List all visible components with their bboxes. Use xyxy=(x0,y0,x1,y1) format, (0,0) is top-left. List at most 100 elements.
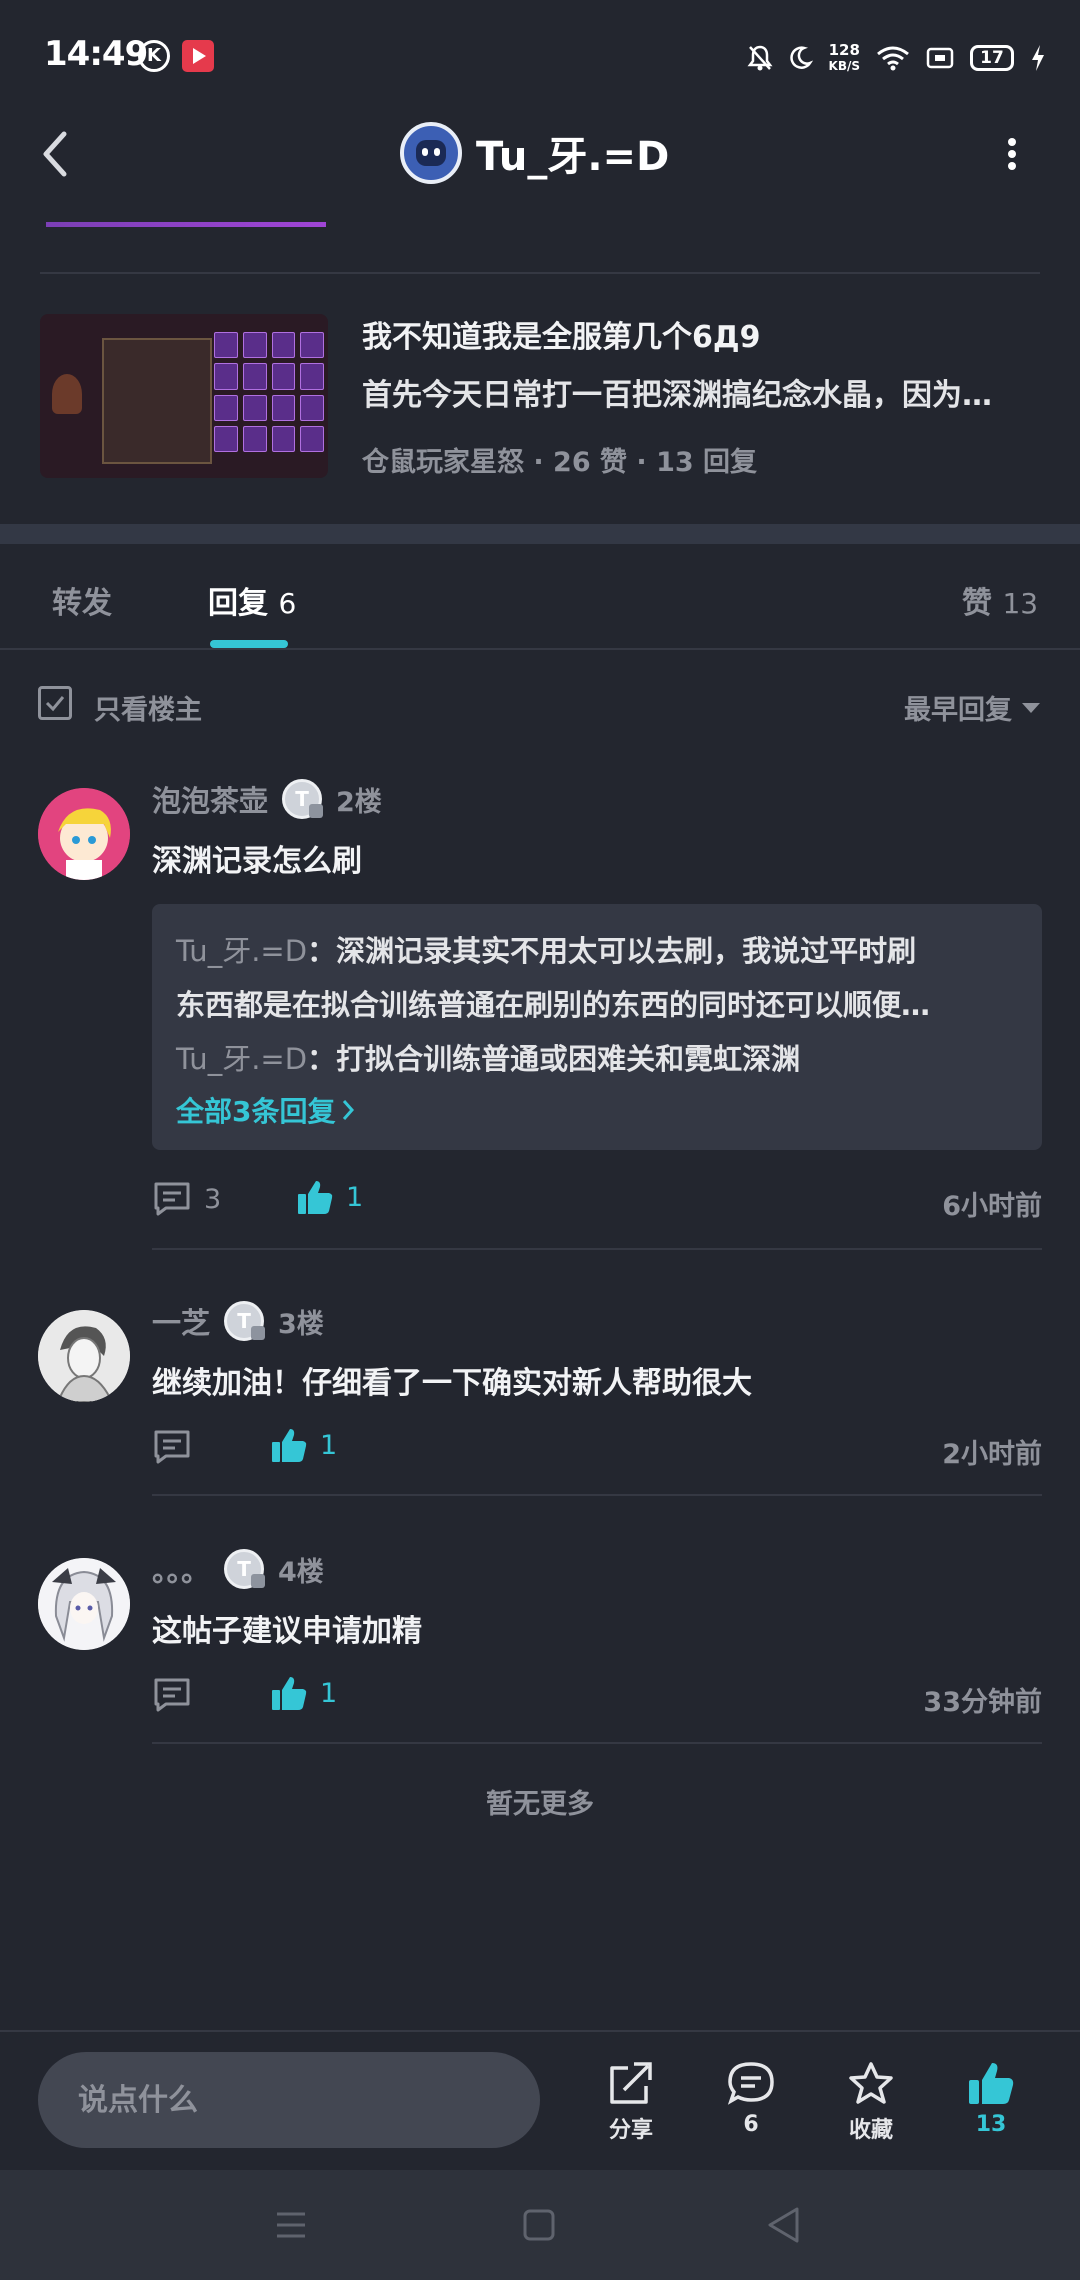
comment-input[interactable] xyxy=(38,2052,540,2148)
comment-time: 6小时前 xyxy=(942,1191,1042,1222)
comment-icon xyxy=(154,1430,190,1464)
sub-reply: Tu_牙.=D：打拟合训练普通或困难关和霓虹深渊 xyxy=(176,1042,801,1076)
divider xyxy=(0,648,1080,650)
system-nav-bar xyxy=(0,2170,1080,2280)
back-arrow-icon[interactable] xyxy=(36,126,76,182)
floor-number: 2楼 xyxy=(336,786,382,818)
comment-bubble-icon xyxy=(727,2062,774,2105)
moon-icon xyxy=(789,46,813,69)
sub-reply-continuation: 东西都是在拟合训练普通在刷别的东西的同时还可以顺便… xyxy=(176,988,931,1022)
view-all-replies-label: 全部3条回复 xyxy=(176,1095,336,1128)
post-thumbnail[interactable] xyxy=(40,314,328,478)
like-count: 1 xyxy=(346,1181,364,1213)
favorite-label: 收藏 xyxy=(848,2118,893,2143)
comment-text: 深渊记录怎么刷 xyxy=(152,844,362,879)
home-icon[interactable] xyxy=(522,2208,556,2242)
floor-number: 4楼 xyxy=(278,1556,324,1588)
tab-like-label: 赞 xyxy=(962,586,992,621)
comment-header: 一芝 T 3楼 xyxy=(152,1300,324,1342)
like-post-button[interactable]: 13 xyxy=(946,2060,1036,2137)
anime-avatar-image xyxy=(38,788,130,880)
check-icon xyxy=(45,696,65,712)
comment-icon xyxy=(154,1182,190,1216)
chevron-down-icon xyxy=(1022,702,1040,713)
share-button[interactable]: 分享 xyxy=(586,2060,676,2144)
thumbs-up-icon xyxy=(969,2063,1014,2104)
tab-repost[interactable]: 转发 xyxy=(52,578,112,622)
tab-reply-count: 6 xyxy=(278,587,297,620)
bell-off-icon xyxy=(747,45,773,71)
comment-header: 泡泡茶壶 T 2楼 xyxy=(152,778,382,820)
like-count: 1 xyxy=(320,1677,338,1709)
header-user[interactable]: Tu_牙.=D xyxy=(400,122,669,184)
favorite-button[interactable]: 收藏 xyxy=(826,2060,916,2144)
comment-time: 33分钟前 xyxy=(923,1687,1042,1718)
like-action[interactable]: 1 xyxy=(296,1178,363,1216)
commenter-name[interactable]: 泡泡茶壶 xyxy=(152,778,268,820)
sub-replies-box[interactable]: Tu_牙.=D：深渊记录其实不用太可以去刷，我说过平时刷 东西都是在拟合训练普通… xyxy=(152,904,1042,1150)
linked-post-title[interactable]: 我不知道我是全服第几个6Д9 xyxy=(362,312,760,356)
tab-like-count: 13 xyxy=(1002,587,1039,620)
linked-post-excerpt[interactable]: 首先今天日常打一百把深渊搞纪念水晶，因为… xyxy=(362,370,1032,414)
more-options-icon[interactable] xyxy=(1000,134,1024,174)
sort-dropdown[interactable]: 最早回复 xyxy=(904,688,1040,727)
status-icons: 128 KB/S 17 xyxy=(747,36,1046,80)
wifi-icon xyxy=(877,46,909,71)
screen-record-icon xyxy=(926,47,954,69)
reply-action[interactable] xyxy=(152,1428,192,1466)
comment-text: 这帖子建议申请加精 xyxy=(152,1614,422,1649)
sub-reply-author[interactable]: Tu_牙.=D xyxy=(176,934,307,968)
commenter-avatar[interactable] xyxy=(38,788,130,880)
commenter-avatar[interactable] xyxy=(38,1310,130,1402)
tab-like[interactable]: 赞 13 xyxy=(962,578,1038,622)
back-triangle-icon[interactable] xyxy=(766,2206,800,2244)
author-avatar[interactable] xyxy=(400,122,462,184)
thumbs-up-icon xyxy=(298,1181,333,1214)
divider xyxy=(40,272,1040,274)
chevron-right-icon xyxy=(343,1100,355,1120)
tab-reply-label: 回复 xyxy=(208,586,268,621)
reply-action[interactable] xyxy=(152,1676,192,1714)
sub-reply-text: 打拟合训练普通或困难关和霓虹深渊 xyxy=(336,1042,801,1076)
page-title: Tu_牙.=D xyxy=(476,134,670,180)
like-count: 1 xyxy=(320,1429,338,1461)
view-all-replies-link[interactable]: 全部3条回复 xyxy=(176,1090,355,1130)
star-icon xyxy=(849,2062,893,2104)
comment-icon xyxy=(154,1678,190,1712)
k-app-icon: K xyxy=(138,40,170,72)
reply-action[interactable]: 3 xyxy=(152,1180,221,1218)
level-badge: T xyxy=(282,779,324,819)
no-more-text: 暂无更多 xyxy=(486,1789,594,1820)
sub-reply: Tu_牙.=D：深渊记录其实不用太可以去刷，我说过平时刷 xyxy=(176,934,917,968)
level-badge: T xyxy=(224,1549,266,1589)
tab-reply[interactable]: 回复 6 xyxy=(208,578,296,622)
comments-button[interactable]: 6 xyxy=(706,2060,796,2137)
only-op-checkbox[interactable] xyxy=(38,686,72,720)
divider xyxy=(152,1742,1042,1744)
post-like-count: 13 xyxy=(975,2112,1007,2137)
commenter-name[interactable]: 。。。 xyxy=(152,1548,210,1590)
charging-icon xyxy=(1032,45,1044,71)
commenter-avatar[interactable] xyxy=(38,1558,130,1650)
level-badge: T xyxy=(224,1301,266,1341)
comment-time: 2小时前 xyxy=(942,1439,1042,1470)
status-time: 14:49 xyxy=(44,34,148,74)
sub-reply-author[interactable]: Tu_牙.=D xyxy=(176,1042,307,1076)
comment-count: 6 xyxy=(743,2112,759,2137)
share-icon xyxy=(610,2062,652,2104)
divider xyxy=(152,1494,1042,1496)
divider xyxy=(152,1248,1042,1250)
active-tab-indicator xyxy=(210,640,288,648)
like-action[interactable]: 1 xyxy=(270,1674,337,1712)
commenter-name[interactable]: 一芝 xyxy=(152,1300,210,1342)
sketch-avatar-image xyxy=(38,1310,130,1402)
video-app-icon xyxy=(182,40,214,72)
sub-reply-text: 深渊记录其实不用太可以去刷，我说过平时刷 xyxy=(336,934,917,968)
sort-label: 最早回复 xyxy=(904,695,1012,726)
share-label: 分享 xyxy=(608,2118,653,2143)
battery-level: 17 xyxy=(970,45,1014,71)
status-bar: 14:49 K 128 KB/S 17 xyxy=(0,0,1080,112)
menu-icon[interactable] xyxy=(274,2208,308,2242)
only-op-label[interactable]: 只看楼主 xyxy=(94,688,202,727)
like-action[interactable]: 1 xyxy=(270,1426,337,1464)
